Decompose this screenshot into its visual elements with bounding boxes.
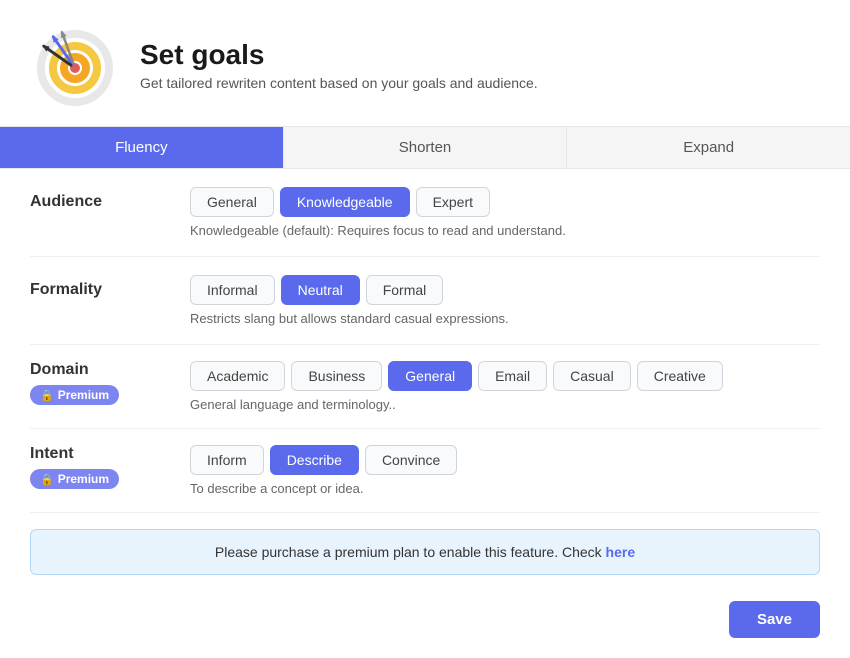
- audience-expert[interactable]: Expert: [416, 187, 490, 217]
- intent-content: Inform Describe Convince To describe a c…: [190, 445, 820, 496]
- intent-describe[interactable]: Describe: [270, 445, 359, 475]
- header-text: Set goals Get tailored rewriten content …: [140, 39, 538, 91]
- domain-description: General language and terminology..: [190, 397, 820, 412]
- intent-description: To describe a concept or idea.: [190, 481, 820, 496]
- domain-premium-label: Premium: [58, 388, 109, 402]
- audience-general[interactable]: General: [190, 187, 274, 217]
- lock-icon-2: 🔒: [40, 473, 54, 486]
- main-content: Audience General Knowledgeable Expert Kn…: [0, 169, 850, 575]
- formality-informal[interactable]: Informal: [190, 275, 275, 305]
- audience-label: Audience: [30, 187, 190, 211]
- domain-content: Academic Business General Email Casual C…: [190, 361, 820, 412]
- audience-row: Audience General Knowledgeable Expert Kn…: [30, 169, 820, 257]
- logo: [30, 20, 120, 110]
- audience-content: General Knowledgeable Expert Knowledgeab…: [190, 187, 820, 238]
- footer: Save: [0, 591, 850, 658]
- domain-academic[interactable]: Academic: [190, 361, 285, 391]
- premium-notice: Please purchase a premium plan to enable…: [30, 529, 820, 575]
- formality-label: Formality: [30, 275, 190, 299]
- domain-email[interactable]: Email: [478, 361, 547, 391]
- audience-knowledgeable[interactable]: Knowledgeable: [280, 187, 410, 217]
- premium-notice-text: Please purchase a premium plan to enable…: [215, 544, 602, 560]
- domain-premium-badge: 🔒 Premium: [30, 385, 119, 405]
- domain-general[interactable]: General: [388, 361, 472, 391]
- formality-neutral[interactable]: Neutral: [281, 275, 360, 305]
- intent-label: Intent: [30, 445, 190, 463]
- domain-casual[interactable]: Casual: [553, 361, 631, 391]
- intent-label-area: Intent 🔒 Premium: [30, 445, 190, 489]
- page-title: Set goals: [140, 39, 538, 71]
- formality-description: Restricts slang but allows standard casu…: [190, 311, 820, 326]
- audience-description: Knowledgeable (default): Requires focus …: [190, 223, 820, 238]
- lock-icon: 🔒: [40, 389, 54, 402]
- intent-convince[interactable]: Convince: [365, 445, 457, 475]
- intent-premium-label: Premium: [58, 472, 109, 486]
- header: Set goals Get tailored rewriten content …: [0, 0, 850, 127]
- tab-expand[interactable]: Expand: [567, 127, 850, 168]
- premium-notice-link[interactable]: here: [606, 544, 636, 560]
- save-button[interactable]: Save: [729, 601, 820, 638]
- intent-premium-badge: 🔒 Premium: [30, 469, 119, 489]
- formality-row: Formality Informal Neutral Formal Restri…: [30, 257, 820, 345]
- tab-shorten[interactable]: Shorten: [284, 127, 568, 168]
- formality-content: Informal Neutral Formal Restricts slang …: [190, 275, 820, 326]
- formality-options: Informal Neutral Formal: [190, 275, 820, 305]
- audience-options: General Knowledgeable Expert: [190, 187, 820, 217]
- domain-creative[interactable]: Creative: [637, 361, 723, 391]
- domain-label: Domain: [30, 361, 190, 379]
- domain-label-area: Domain 🔒 Premium: [30, 361, 190, 405]
- domain-row: Domain 🔒 Premium Academic Business Gener…: [30, 345, 820, 429]
- tab-fluency[interactable]: Fluency: [0, 127, 284, 168]
- page-subtitle: Get tailored rewriten content based on y…: [140, 75, 538, 91]
- intent-row: Intent 🔒 Premium Inform Describe Convinc…: [30, 429, 820, 513]
- formality-formal[interactable]: Formal: [366, 275, 444, 305]
- domain-options: Academic Business General Email Casual C…: [190, 361, 820, 391]
- intent-options: Inform Describe Convince: [190, 445, 820, 475]
- tab-bar: Fluency Shorten Expand: [0, 127, 850, 169]
- domain-business[interactable]: Business: [291, 361, 382, 391]
- intent-inform[interactable]: Inform: [190, 445, 264, 475]
